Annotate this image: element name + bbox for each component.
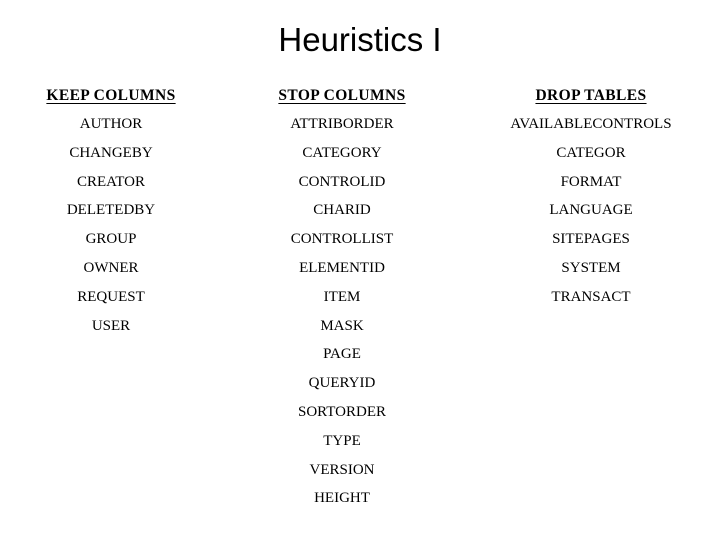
cell-label: ATTRIBORDER [290, 116, 394, 132]
table-cell: SITEPAGES [552, 232, 630, 261]
cell-label: ITEM [323, 288, 361, 305]
cell-label: SORTORDER [297, 403, 386, 420]
column-header-stop-columns: STOP COLUMNS [278, 87, 406, 104]
cell-label: USER [91, 317, 131, 334]
column-stop-columns: STOP COLUMNS ATTRIBORDER CATEGORY CONTRO… [222, 88, 462, 520]
table-cell: CONTROLLIST [291, 232, 394, 261]
cell-label: GROUP [85, 231, 137, 248]
table-cell: CREATOR [76, 173, 146, 204]
table-cell: REQUEST [77, 288, 145, 319]
cell-label: AUTHOR [79, 116, 143, 132]
table-cell: FORMAT [560, 173, 622, 204]
cell-label: ELEMENTID [299, 259, 385, 276]
table-cell: VERSION [309, 461, 375, 492]
cell-label: AVAILABLECONTROLS [510, 116, 672, 132]
cell-label: CATEGORY [302, 144, 382, 161]
cell-label: CATEGOR [556, 144, 626, 161]
table-cell: ITEM [323, 288, 361, 319]
cell-label: TRANSACT [551, 288, 631, 305]
table-cell: CATEGOR [556, 144, 626, 175]
table-cell: QUERYID [309, 376, 376, 405]
table-cell: CATEGORY [302, 144, 382, 175]
cell-label: LANGUAGE [549, 202, 633, 219]
cell-label: PAGE [323, 346, 361, 363]
cell-label: TYPE [323, 432, 361, 449]
column-keep-columns: KEEP COLUMNS AUTHOR CHANGEBY CREATOR DEL… [0, 88, 222, 347]
table-cell: ELEMENTID [299, 259, 385, 290]
table-cell: TRANSACT [551, 288, 631, 319]
table-cell: AVAILABLECONTROLS [510, 117, 671, 146]
table-cell: AUTHOR [80, 117, 143, 146]
heuristics-table: KEEP COLUMNS AUTHOR CHANGEBY CREATOR DEL… [0, 88, 720, 520]
table-cell: OWNER [83, 259, 139, 290]
cell-label: FORMAT [560, 173, 622, 190]
table-cell: CHANGEBY [69, 144, 153, 175]
table-cell: GROUP [86, 232, 137, 261]
table-cell: CHARID [313, 203, 371, 232]
table-cell: PAGE [323, 347, 361, 376]
cell-label: VERSION [309, 461, 375, 478]
table-cell: LANGUAGE [549, 203, 632, 232]
cell-label: DELETEDBY [66, 202, 156, 219]
table-cell: SYSTEM [561, 259, 621, 290]
cell-label: CONTROLID [298, 173, 386, 190]
cell-label: SITEPAGES [552, 231, 630, 248]
cell-label: QUERYID [308, 375, 376, 392]
table-cell: MASK [320, 317, 364, 348]
cell-label: MASK [320, 317, 364, 334]
cell-label: CREATOR [76, 173, 146, 190]
table-cell: HEIGHT [314, 491, 370, 520]
column-header-drop-tables: DROP TABLES [535, 87, 647, 104]
table-cell: ATTRIBORDER [290, 117, 393, 146]
cell-label: REQUEST [77, 288, 145, 305]
cell-label: HEIGHT [314, 490, 370, 507]
table-cell: USER [91, 317, 131, 348]
cell-label: CHANGEBY [69, 144, 153, 161]
table-cell: DELETEDBY [67, 203, 155, 232]
table-cell: TYPE [323, 432, 361, 463]
column-drop-tables: DROP TABLES AVAILABLECONTROLS CATEGOR FO… [462, 88, 720, 319]
cell-label: CHARID [313, 202, 371, 219]
slide: Heuristics I KEEP COLUMNS AUTHOR CHANGEB… [0, 0, 720, 540]
table-cell: CONTROLID [298, 173, 386, 204]
cell-label: OWNER [83, 259, 139, 276]
cell-label: CONTROLLIST [290, 231, 394, 248]
table-cell: SORTORDER [297, 403, 386, 434]
page-title: Heuristics I [278, 21, 442, 58]
cell-label: SYSTEM [561, 259, 621, 276]
column-header-keep-columns: KEEP COLUMNS [46, 87, 176, 104]
